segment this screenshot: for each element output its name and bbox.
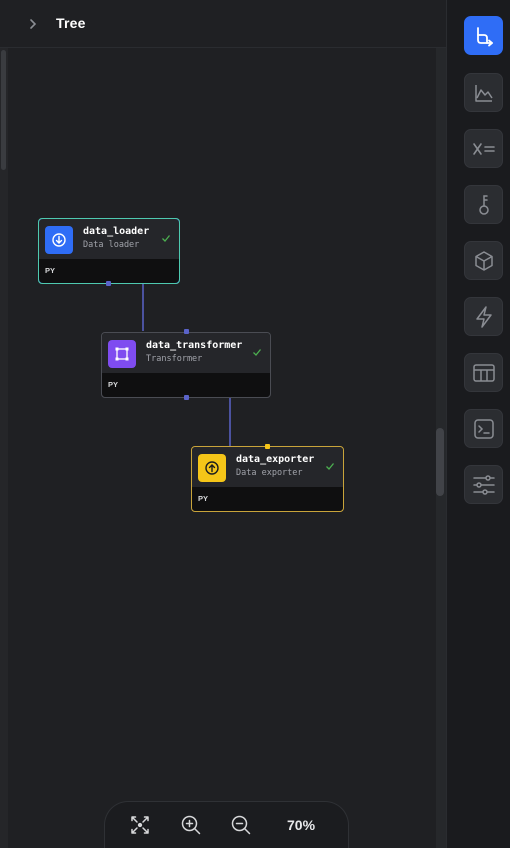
zoom-controls: 70% — [104, 801, 349, 848]
input-port[interactable] — [265, 444, 270, 449]
block-node-data-loader[interactable]: data_loader Data loader PY — [38, 218, 180, 284]
variables-button[interactable] — [464, 129, 503, 168]
zoom-out-icon[interactable] — [230, 814, 252, 836]
canvas-right-scrollbar-thumb[interactable] — [436, 428, 444, 496]
terminal-icon — [473, 418, 494, 439]
chart-button[interactable] — [464, 73, 503, 112]
table-button[interactable] — [464, 353, 503, 392]
tree-button[interactable] — [464, 16, 503, 55]
check-icon — [253, 349, 262, 356]
output-port[interactable] — [106, 281, 111, 286]
right-toolbar — [446, 0, 510, 848]
panel-title: Tree — [56, 15, 86, 31]
block-node-data-transformer[interactable]: data_transformer Transformer PY — [101, 332, 271, 398]
blocks-icon — [474, 250, 493, 271]
input-port[interactable] — [184, 329, 189, 334]
trigger-button[interactable] — [464, 297, 503, 336]
block-language: PY — [198, 494, 209, 503]
zoom-level[interactable]: 70% — [287, 817, 315, 833]
loader-icon — [45, 226, 73, 254]
block-type: Transformer — [146, 354, 203, 364]
fit-view-icon[interactable] — [129, 814, 151, 836]
settings-button[interactable] — [464, 465, 503, 504]
block-node-footer — [192, 487, 343, 511]
check-icon — [326, 463, 335, 470]
canvas-left-scrollbar-thumb[interactable] — [1, 50, 6, 170]
terminal-button[interactable] — [464, 409, 503, 448]
settings-icon — [472, 474, 495, 495]
chevron-right-icon[interactable] — [26, 17, 40, 31]
block-type: Data loader — [83, 240, 140, 250]
transformer-icon — [108, 340, 136, 368]
block-name: data_transformer — [146, 340, 243, 351]
panel-header: Tree — [0, 0, 446, 48]
chart-icon — [474, 84, 493, 102]
block-name: data_exporter — [236, 454, 315, 465]
block-name: data_loader — [83, 226, 150, 237]
blocks-button[interactable] — [464, 241, 503, 280]
zoom-in-icon[interactable] — [180, 814, 202, 836]
block-language: PY — [108, 380, 119, 389]
tree-icon — [476, 26, 493, 46]
exporter-icon — [198, 454, 226, 482]
variables-icon — [472, 142, 495, 155]
table-icon — [472, 363, 495, 382]
secrets-icon — [478, 194, 489, 215]
secrets-button[interactable] — [464, 185, 503, 224]
block-node-footer — [39, 259, 179, 283]
block-node-data-exporter[interactable]: data_exporter Data exporter PY — [191, 446, 344, 512]
block-node-footer — [102, 373, 270, 397]
output-port[interactable] — [184, 395, 189, 400]
trigger-icon — [475, 305, 492, 328]
check-icon — [162, 235, 171, 242]
block-type: Data exporter — [236, 468, 303, 478]
block-language: PY — [45, 266, 56, 275]
